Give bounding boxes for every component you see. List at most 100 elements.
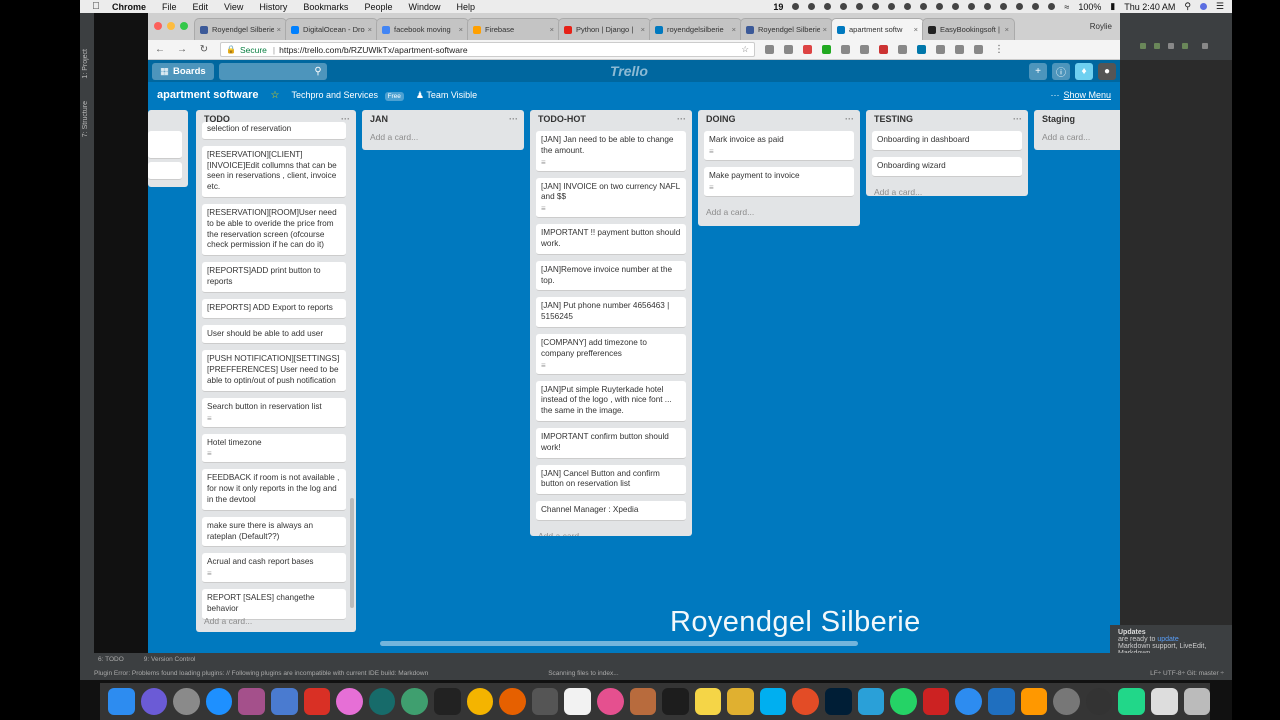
vivaldi-icon[interactable] [303,688,331,715]
extension-icon[interactable] [803,45,812,54]
card[interactable]: Mark invoice as paid ≡ [704,131,854,161]
add-card-link[interactable]: Add a card... [866,183,1028,196]
browser-tab[interactable]: DigitalOcean - Dro × [285,18,378,40]
extension-icon[interactable] [765,45,774,54]
coverage-icon[interactable] [1182,43,1188,49]
close-tab-icon[interactable]: × [732,25,736,34]
card[interactable]: [REPORTS] ADD Export to reports [202,298,346,319]
browser-tab[interactable]: royendgelsilberie × [649,18,742,40]
list-scrollbar[interactable] [350,498,354,608]
plugin-error-message[interactable]: Plugin Error: Problems found loading plu… [94,670,428,677]
list-header[interactable]: TODO-HOT ··· [530,110,692,128]
tray-icon[interactable] [952,3,960,10]
menu-bookmarks[interactable]: Bookmarks [303,2,348,12]
list-menu-icon[interactable]: ··· [845,114,854,124]
close-tab-icon[interactable]: × [914,25,918,34]
spotlight-icon[interactable]: ⚲ [1184,1,1191,12]
extension-icon[interactable] [936,45,945,54]
extension-icon[interactable] [822,45,831,54]
boards-button[interactable]: ▦ Boards [152,62,214,80]
ide-project-tab[interactable]: 1: Project [82,49,89,79]
skype-icon[interactable] [759,688,787,715]
tray-icon[interactable] [872,3,880,10]
stop-icon[interactable] [1168,43,1174,49]
card[interactable]: selection of reservation [202,122,346,140]
card[interactable]: Onboarding in dashboard [872,131,1022,151]
terminal-icon[interactable] [433,688,461,715]
extension-icon[interactable] [841,45,850,54]
browser-tab[interactable]: Firebase × [467,18,560,40]
chrome-menu-icon[interactable]: ⋮ [993,44,1005,55]
gitkraken-icon[interactable] [368,688,396,715]
battery-icon[interactable]: ▮ [1110,1,1115,12]
show-menu-button[interactable]: ··· Show Menu [1050,90,1111,100]
tray-icon[interactable] [840,3,848,10]
card[interactable] [148,162,182,180]
menu-chrome[interactable]: Chrome [112,2,146,12]
app-icon[interactable] [792,688,820,715]
tray-icon[interactable] [984,3,992,10]
team-button[interactable]: Techpro and Services Free [291,90,404,101]
profile-name[interactable]: Roylie [1090,22,1112,31]
firefox-icon[interactable] [499,688,526,715]
add-card-link[interactable]: Add a card... [530,527,692,536]
extension-icon[interactable] [898,45,907,54]
menu-file[interactable]: File [162,2,177,12]
debug-icon[interactable] [1154,43,1160,49]
add-icon[interactable]: + [1029,62,1047,80]
pycharm-icon[interactable] [1118,688,1145,715]
tray-icon[interactable] [1032,3,1040,10]
card[interactable]: Search button in reservation list ≡ [202,397,346,428]
list-menu-icon[interactable]: ··· [677,114,686,124]
app-icon[interactable] [727,688,754,715]
reload-icon[interactable]: ↻ [198,44,210,55]
ide-structure-tab[interactable]: 7: Structure [82,101,89,137]
whatsapp-icon[interactable] [890,688,917,715]
vscode-icon[interactable] [988,688,1015,715]
card[interactable]: Acrual and cash report bases ≡ [202,553,346,584]
update-link[interactable]: update [1157,636,1178,643]
ide-todo-tab[interactable]: 6: TODO [98,656,124,663]
menu-history[interactable]: History [259,2,287,12]
scrollbar-thumb[interactable] [380,641,858,646]
board-horizontal-scrollbar[interactable] [148,638,1120,648]
tray-icon[interactable] [904,3,912,10]
menu-people[interactable]: People [364,2,392,12]
siri-icon[interactable] [140,688,168,715]
card[interactable]: [JAN] Cancel Button and confirm button o… [536,464,686,496]
ide-version-control-tab[interactable]: 9: Version Control [144,656,196,663]
extension-icon[interactable] [917,45,926,54]
notes-icon[interactable] [694,688,722,715]
card[interactable]: [PUSH NOTIFICATION][SETTINGS][PREFFERENC… [202,350,346,392]
atom-icon[interactable] [401,688,428,715]
close-tab-icon[interactable]: × [459,25,463,34]
app-icon[interactable] [238,688,265,715]
tray-icon[interactable] [936,3,944,10]
avatar[interactable]: ● [1098,62,1116,80]
search-input[interactable]: ⚲ [218,62,327,80]
close-window-button[interactable] [154,22,162,30]
extension-icon[interactable] [879,45,888,54]
downloads-icon[interactable] [1151,688,1178,715]
siri-icon[interactable] [1199,3,1207,10]
app-icon[interactable] [857,688,885,715]
card[interactable]: [JAN] Put phone number 4656463 | 5156245 [536,297,686,328]
notification-count[interactable]: 19 [773,2,783,12]
clock[interactable]: Thu 2:40 AM [1124,2,1175,12]
list-menu-icon[interactable]: ··· [341,114,350,124]
minimize-window-button[interactable] [167,22,175,30]
card[interactable]: Make payment to invoice ≡ [704,166,854,197]
back-icon[interactable]: ← [154,44,166,55]
close-tab-icon[interactable]: × [1005,25,1009,34]
finder-icon[interactable] [108,688,135,715]
card[interactable]: [JAN]Remove invoice number at the top. [536,260,686,292]
add-card-link[interactable]: Add a card... [196,612,260,630]
browser-tab[interactable]: Python | Django | × [558,18,651,40]
visibility-button[interactable]: ♟ Team Visible [416,90,477,101]
ide-file-status[interactable]: LF÷ UTF-8÷ Git: master ÷ [1150,670,1224,677]
sublime-icon[interactable] [1020,688,1048,715]
bookmark-star-icon[interactable]: ☆ [741,44,749,55]
tray-icon[interactable] [1048,3,1056,10]
search-everywhere-icon[interactable] [1202,43,1208,49]
list-menu-icon[interactable]: ··· [1013,114,1022,124]
